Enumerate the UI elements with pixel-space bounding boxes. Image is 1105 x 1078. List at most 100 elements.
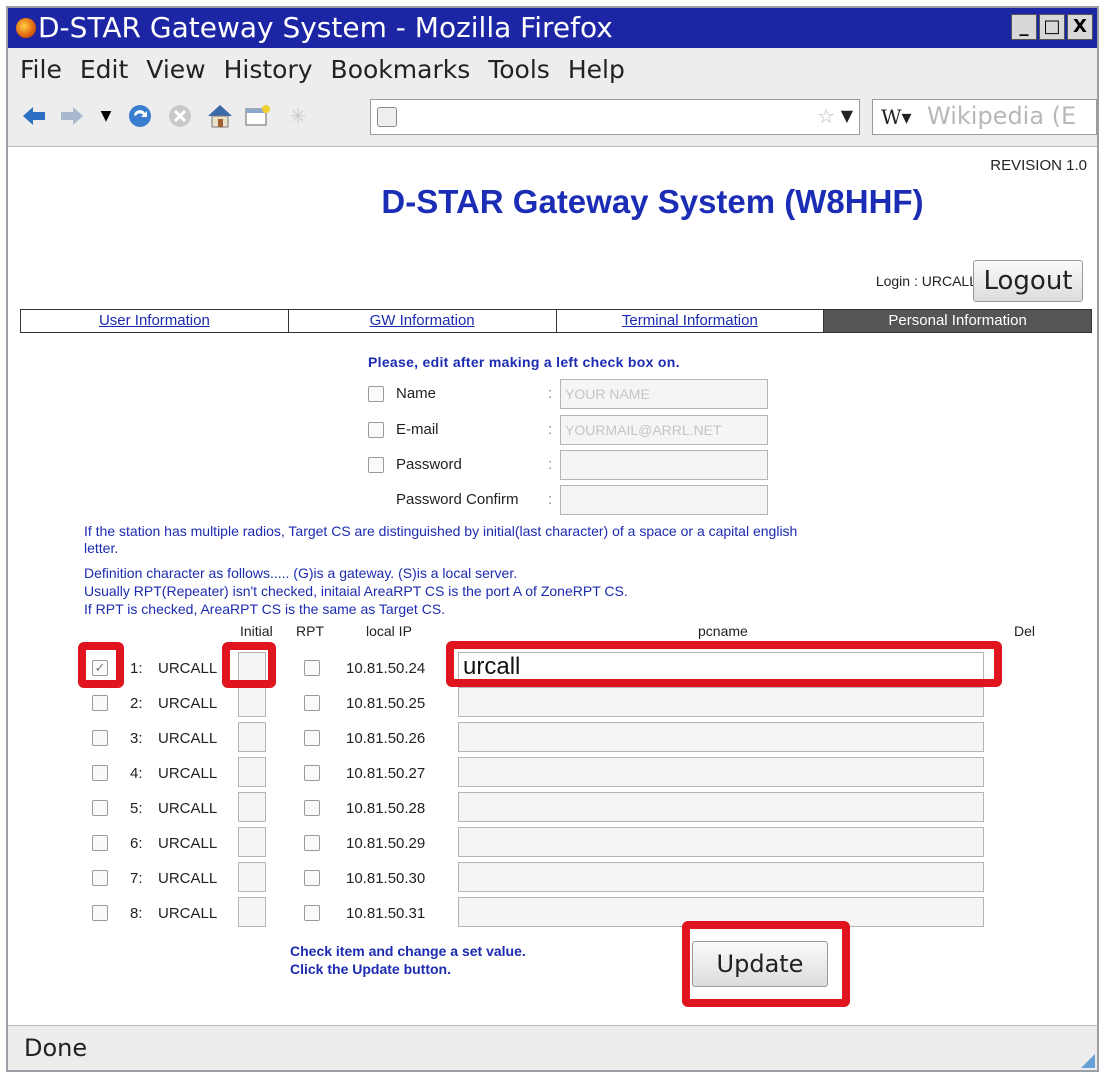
- initial-field[interactable]: [238, 722, 266, 752]
- status-text: Done: [24, 1034, 88, 1062]
- row-checkbox[interactable]: [92, 695, 108, 711]
- rpt-checkbox[interactable]: [304, 870, 320, 886]
- pcname-field[interactable]: [458, 687, 984, 717]
- initial-field[interactable]: [238, 897, 266, 927]
- row-callsign: URCALL: [158, 870, 218, 887]
- row-callsign: URCALL: [158, 800, 218, 817]
- history-dropdown-icon[interactable]: ▼: [92, 102, 120, 130]
- tab-gw-information[interactable]: GW Information: [289, 310, 557, 332]
- row-callsign: URCALL: [158, 660, 218, 677]
- email-field[interactable]: YOURMAIL@ARRL.NET: [560, 415, 768, 445]
- header-rpt: RPT: [296, 623, 324, 639]
- url-dropdown-icon[interactable]: ▼: [841, 106, 853, 125]
- menu-help[interactable]: Help: [568, 55, 625, 84]
- menu-edit[interactable]: Edit: [80, 55, 128, 84]
- email-checkbox[interactable]: [368, 422, 384, 438]
- table-row: 2: URCALL 10.81.50.25: [8, 687, 1101, 719]
- info-line-2: letter.: [84, 540, 119, 556]
- password-confirm-field[interactable]: [560, 485, 768, 515]
- check-item-note: Check item and change a set value.: [290, 943, 526, 959]
- password-confirm-label: Password Confirm: [396, 491, 519, 508]
- name-checkbox[interactable]: [368, 386, 384, 402]
- browser-window: D-STAR Gateway System - Mozilla Firefox …: [6, 6, 1099, 1072]
- rpt-checkbox[interactable]: [304, 905, 320, 921]
- search-input[interactable]: Wikipedia (E: [927, 102, 1076, 130]
- tab-bar: User Information GW Information Terminal…: [20, 309, 1092, 333]
- rpt-checkbox[interactable]: [304, 835, 320, 851]
- bookmark-star-icon[interactable]: ☆: [817, 104, 835, 128]
- row-checkbox[interactable]: [92, 905, 108, 921]
- menu-history[interactable]: History: [224, 55, 313, 84]
- menu-view[interactable]: View: [146, 55, 205, 84]
- header-local-ip: local IP: [366, 623, 412, 639]
- initial-field[interactable]: [238, 827, 266, 857]
- search-bar[interactable]: W▾ Wikipedia (E: [872, 99, 1097, 135]
- rpt-checkbox[interactable]: [304, 765, 320, 781]
- name-label: Name: [396, 385, 437, 402]
- name-field[interactable]: YOUR NAME: [560, 379, 768, 409]
- resize-grip-icon[interactable]: [1081, 1054, 1095, 1068]
- site-identity-icon[interactable]: [377, 107, 397, 127]
- revision-label: REVISION 1.0: [990, 157, 1087, 174]
- page-title: D-STAR Gateway System (W8HHF): [381, 183, 924, 220]
- row-checkbox[interactable]: [92, 765, 108, 781]
- url-bar[interactable]: ☆ ▼: [370, 99, 860, 135]
- menu-bookmarks[interactable]: Bookmarks: [331, 55, 471, 84]
- row-callsign: URCALL: [158, 730, 218, 747]
- reload-icon[interactable]: [126, 102, 154, 130]
- tab-personal-information[interactable]: Personal Information: [824, 310, 1091, 332]
- firefox-icon: [16, 18, 36, 38]
- header-pcname: pcname: [698, 623, 748, 639]
- rpt-checkbox[interactable]: [304, 800, 320, 816]
- initial-field[interactable]: [238, 792, 266, 822]
- forward-icon[interactable]: [58, 102, 86, 130]
- name-colon: :: [548, 385, 553, 402]
- header-del: Del: [1014, 623, 1036, 639]
- maximize-button[interactable]: □: [1039, 14, 1065, 40]
- back-icon[interactable]: [20, 102, 48, 130]
- row-checkbox[interactable]: ✓: [92, 660, 108, 676]
- initial-field[interactable]: [238, 862, 266, 892]
- new-tab-icon[interactable]: [244, 102, 272, 130]
- password-field[interactable]: [560, 450, 768, 480]
- pcname-field[interactable]: urcall: [458, 652, 984, 682]
- initial-field[interactable]: [238, 687, 266, 717]
- password-checkbox[interactable]: [368, 457, 384, 473]
- row-checkbox[interactable]: [92, 870, 108, 886]
- info-line-3: Definition character as follows..... (G)…: [84, 565, 518, 581]
- menu-tools[interactable]: Tools: [488, 55, 550, 84]
- minimize-button[interactable]: _: [1011, 14, 1037, 40]
- pcname-field[interactable]: [458, 792, 984, 822]
- search-engine-selector[interactable]: W▾: [881, 105, 912, 129]
- tab-terminal-information[interactable]: Terminal Information: [557, 310, 825, 332]
- tab-user-information[interactable]: User Information: [21, 310, 289, 332]
- row-checkbox[interactable]: [92, 730, 108, 746]
- update-button[interactable]: Update: [692, 941, 828, 987]
- navigation-toolbar: ▼ ✳ ☆ ▼ W▾ Wikipedia (E: [8, 90, 1097, 147]
- rpt-checkbox[interactable]: [304, 730, 320, 746]
- table-row: 7: URCALL 10.81.50.30: [8, 862, 1101, 894]
- table-row: 5: URCALL 10.81.50.28: [8, 792, 1101, 824]
- password-colon: :: [548, 456, 553, 473]
- stop-icon[interactable]: [166, 102, 194, 130]
- row-checkbox[interactable]: [92, 800, 108, 816]
- close-button[interactable]: X: [1067, 14, 1093, 40]
- row-checkbox[interactable]: [92, 835, 108, 851]
- logout-button[interactable]: Logout: [973, 260, 1083, 302]
- row-callsign: URCALL: [158, 835, 218, 852]
- pcname-field[interactable]: [458, 862, 984, 892]
- pcname-field[interactable]: [458, 827, 984, 857]
- edit-instruction: Please, edit after making a left check b…: [368, 354, 680, 370]
- table-row: 6: URCALL 10.81.50.29: [8, 827, 1101, 859]
- local-ip: 10.81.50.24: [346, 660, 426, 677]
- pcname-field[interactable]: [458, 757, 984, 787]
- home-icon[interactable]: [206, 102, 234, 130]
- initial-field[interactable]: [238, 652, 266, 682]
- rpt-checkbox[interactable]: [304, 695, 320, 711]
- rpt-checkbox[interactable]: [304, 660, 320, 676]
- initial-field[interactable]: [238, 757, 266, 787]
- pcname-field[interactable]: [458, 897, 984, 927]
- pcname-field[interactable]: [458, 722, 984, 752]
- menu-file[interactable]: File: [20, 55, 62, 84]
- row-callsign: URCALL: [158, 765, 218, 782]
